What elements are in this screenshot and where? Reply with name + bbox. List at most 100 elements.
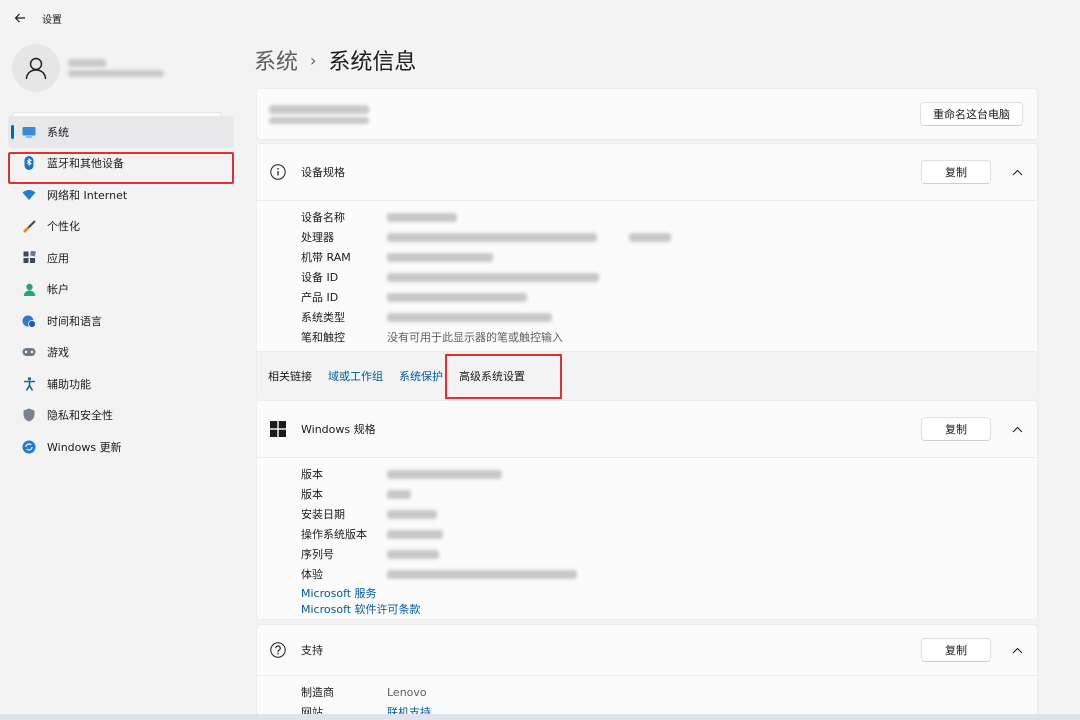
info-icon [269, 163, 287, 181]
redacted-value [387, 509, 437, 519]
spec-row: 笔和触控 没有可用于此显示器的笔或触控输入 [301, 327, 1037, 347]
spec-label: 体验 [301, 568, 323, 581]
profile-text-redacted [68, 56, 164, 80]
redacted-user-email [68, 70, 164, 77]
breadcrumb: 系统 › 系统信息 [254, 44, 416, 76]
brush-icon [22, 219, 36, 233]
spec-label: 序列号 [301, 548, 334, 561]
sidebar-item-label: 应用 [47, 251, 69, 265]
spec-label: 操作系统版本 [301, 528, 367, 541]
redacted-pc-name [269, 104, 369, 114]
redacted-value [387, 232, 597, 242]
person-icon [25, 57, 47, 80]
redacted-value [387, 469, 502, 479]
spec-row: 设备名称 [301, 207, 1037, 227]
sidebar-item-accessibility[interactable]: 辅助功能 [8, 368, 234, 400]
redacted-value [387, 489, 411, 499]
spec-row: 操作系统版本 [301, 524, 1037, 544]
section-title: 设备规格 [301, 166, 345, 179]
spec-row: 安装日期 [301, 504, 1037, 524]
monitor-icon [22, 125, 36, 139]
copy-button[interactable]: 复制 [921, 417, 991, 441]
section-actions: 复制 [921, 417, 1029, 441]
sidebar-item-system[interactable]: 系统 [8, 116, 234, 148]
sidebar-item-label: 时间和语言 [47, 314, 102, 328]
support-card: 支持 复制 制造商 Lenovo 网站 联机支持 [256, 624, 1038, 720]
spec-label: 设备名称 [301, 211, 345, 224]
domain-workgroup-link[interactable]: 域或工作组 [328, 368, 383, 384]
spec-row: 版本 [301, 464, 1037, 484]
sidebar-item-label: 游戏 [47, 346, 69, 360]
microsoft-services-link[interactable]: Microsoft 服务 [301, 586, 1037, 602]
accessibility-icon [22, 376, 36, 391]
section-title: 支持 [301, 644, 323, 657]
spec-label: 系统类型 [301, 311, 345, 324]
sidebar-item-gaming[interactable]: 游戏 [8, 337, 234, 369]
rename-pc-button[interactable]: 重命名这台电脑 [920, 102, 1023, 126]
breadcrumb-parent[interactable]: 系统 [254, 44, 298, 76]
spec-row: 设备 ID [301, 267, 1037, 287]
sidebar-item-label: 系统 [47, 125, 69, 139]
windows-links: Microsoft 服务 Microsoft 软件许可条款 [301, 586, 1037, 618]
spec-row: 制造商 Lenovo [301, 682, 1037, 702]
pc-name-card: 重命名这台电脑 [256, 88, 1038, 140]
selection-indicator [11, 125, 14, 139]
device-specs-card: 设备规格 复制 设备名称 处理器 机带 RAM 设备 ID 产品 ID 系统类型… [256, 143, 1038, 399]
sidebar-item-label: Windows 更新 [47, 440, 122, 454]
windows-specs-header[interactable]: Windows 规格 复制 [257, 401, 1037, 457]
spec-row: 序列号 [301, 544, 1037, 564]
spec-row: 系统类型 [301, 307, 1037, 327]
spec-label: 机带 RAM [301, 251, 351, 264]
redacted-user-name [68, 59, 106, 67]
copy-button[interactable]: 复制 [921, 638, 991, 662]
sidebar-item-apps[interactable]: 应用 [8, 242, 234, 274]
support-header[interactable]: 支持 复制 [257, 625, 1037, 675]
page-title: 系统信息 [328, 50, 417, 75]
chevron-up-icon[interactable] [1005, 638, 1029, 662]
spec-label: 制造商 [301, 686, 334, 699]
sidebar-item-windows-update[interactable]: Windows 更新 [8, 431, 234, 463]
license-terms-link[interactable]: Microsoft 软件许可条款 [301, 602, 1037, 618]
redacted-value [387, 569, 577, 579]
title-bar: 设置 [0, 0, 1080, 36]
section-actions: 复制 [921, 160, 1029, 184]
sidebar-item-privacy[interactable]: 隐私和安全性 [8, 400, 234, 432]
spec-label: 产品 ID [301, 291, 339, 304]
redacted-value [387, 292, 527, 302]
spec-label: 处理器 [301, 231, 334, 244]
windows-specs-card: Windows 规格 复制 版本 版本 安装日期 操作系统版本 序列号 体验 M… [256, 400, 1038, 620]
spec-row: 机带 RAM [301, 247, 1037, 267]
system-protection-link[interactable]: 系统保护 [399, 368, 443, 384]
redacted-value [387, 272, 599, 282]
redacted-value [387, 529, 443, 539]
redacted-value [387, 549, 439, 559]
update-icon [22, 440, 36, 454]
spec-label: 设备 ID [301, 271, 339, 284]
help-icon [269, 641, 287, 659]
redacted-value [387, 212, 457, 222]
annotation-highlight-advanced [445, 354, 562, 399]
sidebar-item-personalization[interactable]: 个性化 [8, 211, 234, 243]
copy-button[interactable]: 复制 [921, 160, 991, 184]
user-profile[interactable] [12, 44, 164, 92]
sidebar-item-accounts[interactable]: 帐户 [8, 274, 234, 306]
pc-name-redacted [269, 102, 369, 127]
related-links-bar: 相关链接 域或工作组 系统保护 高级系统设置 [257, 351, 1037, 399]
annotation-highlight-system [8, 152, 234, 184]
spec-label: 版本 [301, 468, 323, 481]
sidebar-item-time-language[interactable]: 时间和语言 [8, 305, 234, 337]
gamepad-icon [22, 345, 36, 359]
spec-label: 版本 [301, 488, 323, 501]
sidebar-item-label: 辅助功能 [47, 377, 91, 391]
chevron-up-icon[interactable] [1005, 417, 1029, 441]
chevron-up-icon[interactable] [1005, 160, 1029, 184]
account-icon [22, 282, 36, 296]
back-arrow-icon[interactable] [12, 10, 28, 26]
device-specs-header[interactable]: 设备规格 复制 [257, 144, 1037, 200]
sidebar-item-label: 隐私和安全性 [47, 409, 113, 423]
redacted-value [629, 232, 671, 242]
related-links-label: 相关链接 [268, 369, 312, 383]
app-title: 设置 [42, 14, 62, 26]
spec-label: 笔和触控 [301, 331, 345, 344]
section-actions: 复制 [921, 638, 1029, 662]
